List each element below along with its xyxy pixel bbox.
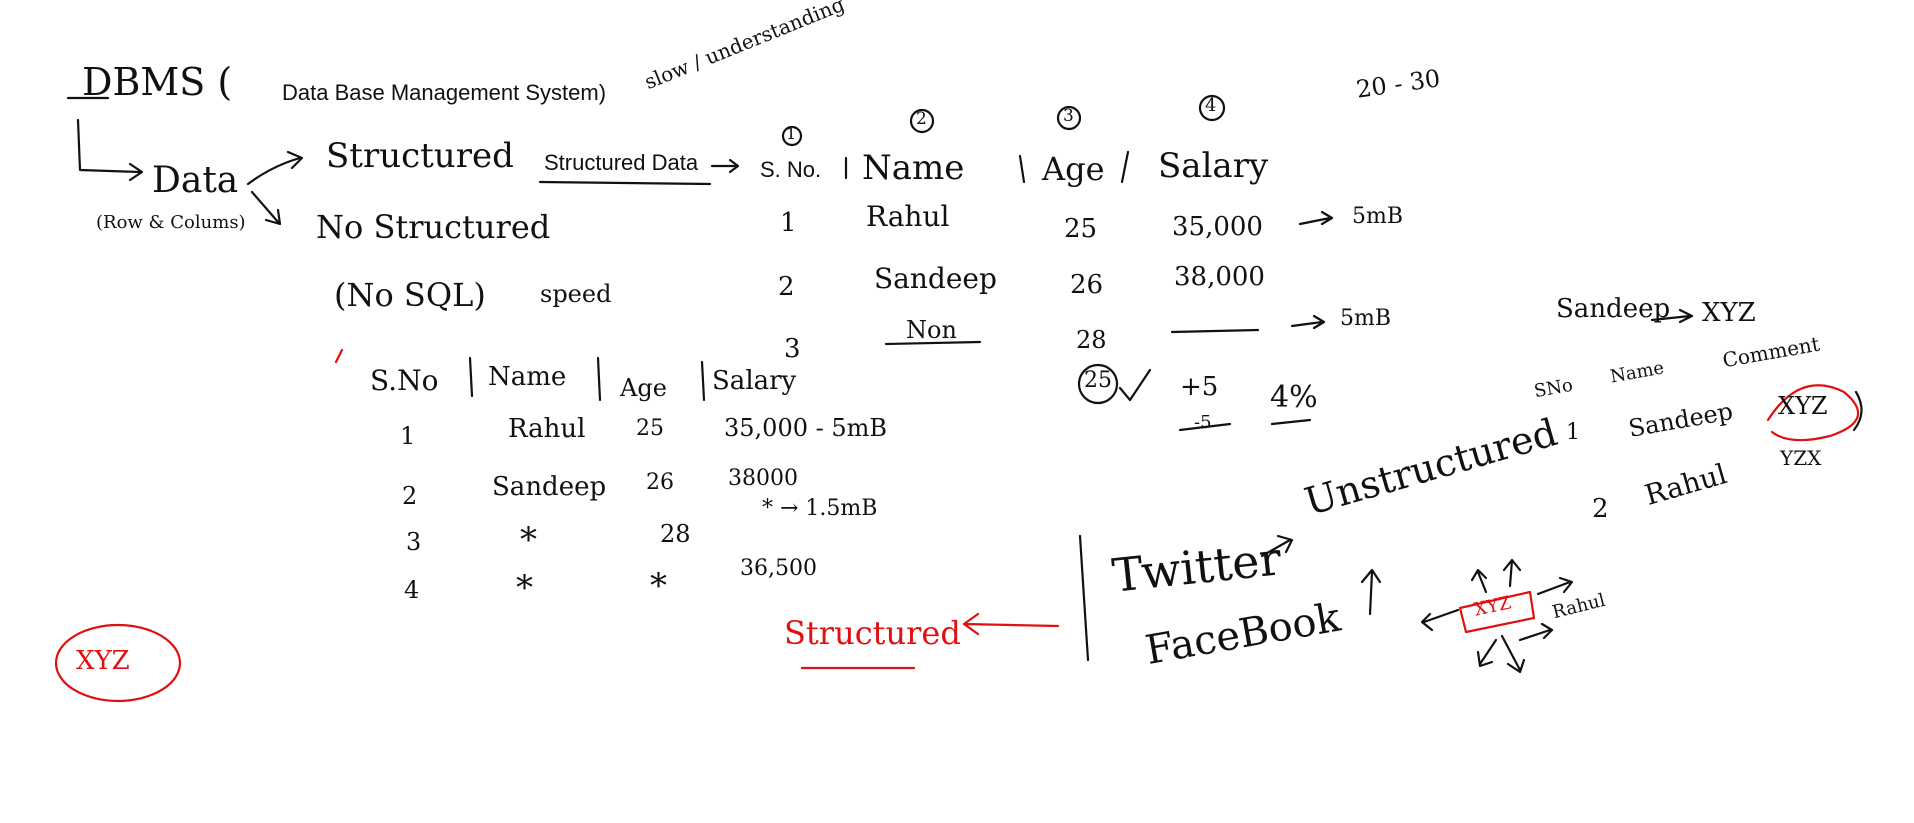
t2-header-sno: S.No	[370, 364, 439, 397]
typed-title: Data Base Management System)	[282, 80, 607, 105]
t2-r1-sn: 1	[400, 422, 416, 450]
dbms-label: DBMS (	[82, 60, 233, 104]
t2-r4-sn: 4	[404, 576, 420, 604]
structured-label: Structured	[326, 136, 514, 176]
t2-sep-1	[468, 356, 474, 398]
right-row2-sn: 2	[1592, 494, 1609, 524]
box-arrow-dl	[1476, 638, 1498, 668]
t1-r2-salary: 38,000	[1174, 262, 1265, 292]
t1-r3-age: 28	[1076, 326, 1107, 354]
t2-header-salary: Salary	[712, 366, 797, 396]
box-arrow-rahul	[1518, 622, 1554, 642]
t1-r1-note: 5mB	[1352, 204, 1404, 229]
row1-arrow	[1298, 210, 1334, 226]
t1-header-salary: Salary	[1158, 146, 1269, 186]
check-mark	[1118, 368, 1152, 402]
plus-5: +5	[1180, 372, 1219, 402]
t2-r4-name: *	[516, 568, 533, 608]
t2-r2-sn: 2	[402, 482, 418, 510]
box-arrow-right	[1536, 576, 1574, 596]
right-row1-sn: 1	[1566, 420, 1580, 445]
row-col-label: (Row & Colums)	[96, 212, 246, 233]
t2-r3-name: *	[520, 520, 537, 560]
t2-r1-age: 25	[636, 416, 664, 441]
arrow-to-no-structured	[250, 190, 282, 226]
t1-r3-name: Non	[906, 316, 957, 344]
col-num-1: 1	[786, 124, 797, 143]
box-arrow-left	[1420, 608, 1460, 632]
structured-red-label: Structured	[784, 614, 961, 652]
box-arrow-up	[1470, 568, 1488, 594]
t1-r3-note: 5mB	[1340, 306, 1392, 331]
t1-header-age: Age	[1042, 150, 1105, 188]
circled-25: 25	[1084, 368, 1112, 393]
facebook-arrow	[1360, 568, 1382, 616]
t1-r3-sn: 3	[784, 334, 801, 364]
right-row1-sub: YZX	[1780, 446, 1822, 470]
sep-3	[1120, 150, 1130, 184]
t2-r4-salary: 36,500	[740, 556, 817, 581]
structured-data-underline	[538, 180, 712, 186]
t1-r1-sn: 1	[780, 208, 797, 238]
nosql-label: (No SQL)	[334, 276, 486, 314]
t1-r2-name: Sandeep	[874, 262, 997, 295]
t2-r1-salary: 35,000 - 5mB	[724, 414, 888, 442]
t2-sep-2	[596, 356, 602, 402]
t2-sep-3	[700, 360, 706, 402]
t2-r2-salary: 38000	[728, 466, 798, 491]
minus-5: -5	[1194, 412, 1212, 433]
t2-header-age: Age	[620, 374, 667, 402]
t1-r1-name: Rahul	[866, 200, 950, 233]
arrow-to-structured	[246, 150, 304, 186]
ink-strokes	[54, 94, 1863, 703]
pct-underline	[1270, 418, 1312, 426]
box-arrow-up2	[1502, 558, 1522, 588]
xyz-circle-label: XYZ	[76, 646, 130, 676]
t1-r2-sn: 2	[778, 272, 795, 302]
row3-arrow	[1290, 314, 1326, 330]
t2-r1-name: Rahul	[508, 414, 586, 444]
t2-r3-sn: 3	[406, 528, 422, 556]
t1-r1-age: 25	[1064, 214, 1098, 244]
data-bracket-arrow	[76, 118, 144, 182]
sandeep-right-label: Sandeep	[1556, 294, 1671, 324]
pct-4: 4%	[1270, 380, 1318, 415]
twitter-bracket	[1078, 534, 1090, 662]
t2-r3-age: 28	[660, 520, 691, 548]
red-arrow	[962, 612, 1060, 636]
col-num-2: 2	[916, 109, 927, 129]
t1-r1-salary: 35,000	[1172, 212, 1263, 242]
t2-r3-salary: * → 1.5mB	[762, 496, 878, 521]
typed-structured-data: Structured Data	[544, 150, 699, 175]
xyz-right-label: XYZ	[1702, 298, 1756, 328]
no-structured-label: No Structured	[316, 208, 551, 246]
row3-dash	[1170, 328, 1260, 334]
red-tick	[334, 348, 344, 364]
t2-header-name: Name	[488, 362, 567, 392]
box-arrow-down	[1500, 634, 1526, 674]
speed-label: speed	[540, 280, 612, 308]
t2-r2-age: 26	[646, 470, 674, 495]
t1-r2-age: 26	[1070, 270, 1104, 300]
data-label: Data	[152, 160, 239, 201]
t2-r2-name: Sandeep	[492, 472, 607, 502]
t2-r4-age: *	[650, 566, 667, 606]
col-num-4: 4	[1205, 95, 1217, 116]
t1-header-name: Name	[862, 148, 965, 188]
typed-sno: S. No.	[760, 157, 822, 182]
col-num-3: 3	[1063, 106, 1074, 126]
sep-2	[1018, 154, 1026, 184]
arrow-to-sno	[710, 158, 740, 174]
right-row1-comment: XYZ	[1778, 392, 1828, 420]
